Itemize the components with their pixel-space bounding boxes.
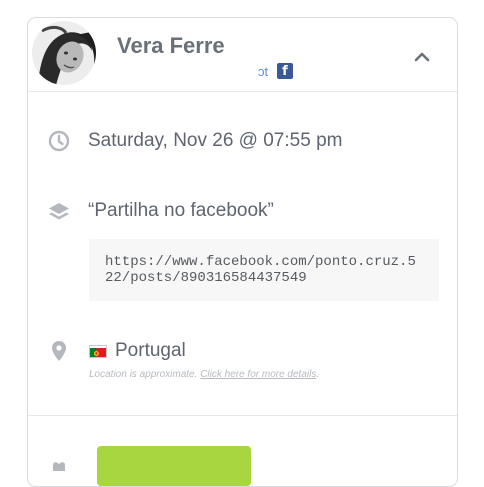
location-note-suffix: . [316, 369, 320, 380]
avatar[interactable] [32, 21, 96, 85]
location-details-link[interactable]: Click here for more details [200, 369, 316, 380]
clock-icon [48, 130, 70, 157]
profile-subtitle[interactable]: ɔt [258, 64, 268, 79]
chevron-up-icon [414, 52, 430, 62]
location-note-text: Location is approximate. [89, 369, 198, 380]
facebook-icon[interactable]: f [277, 63, 293, 79]
post-datetime: Saturday, Nov 26 @ 07:55 pm [88, 130, 343, 151]
heart-icon [52, 458, 66, 476]
location-country: Portugal [115, 340, 186, 361]
post-title: “Partilha no facebook” [88, 200, 274, 221]
layers-icon [48, 201, 70, 228]
action-button[interactable] [97, 446, 251, 486]
post-card: Vera Ferre ɔt f Saturday, Nov 26 @ 07:55… [27, 17, 458, 487]
collapse-button[interactable] [410, 45, 434, 69]
card-header: Vera Ferre ɔt f [28, 18, 457, 92]
divider [28, 415, 457, 416]
portugal-flag-icon [89, 345, 107, 358]
profile-name[interactable]: Vera Ferre [117, 33, 225, 59]
location-note: Location is approximate. Click here for … [89, 369, 319, 380]
post-url: https://www.facebook.com/ponto.cruz.522/… [89, 239, 439, 301]
map-pin-icon [51, 340, 67, 367]
